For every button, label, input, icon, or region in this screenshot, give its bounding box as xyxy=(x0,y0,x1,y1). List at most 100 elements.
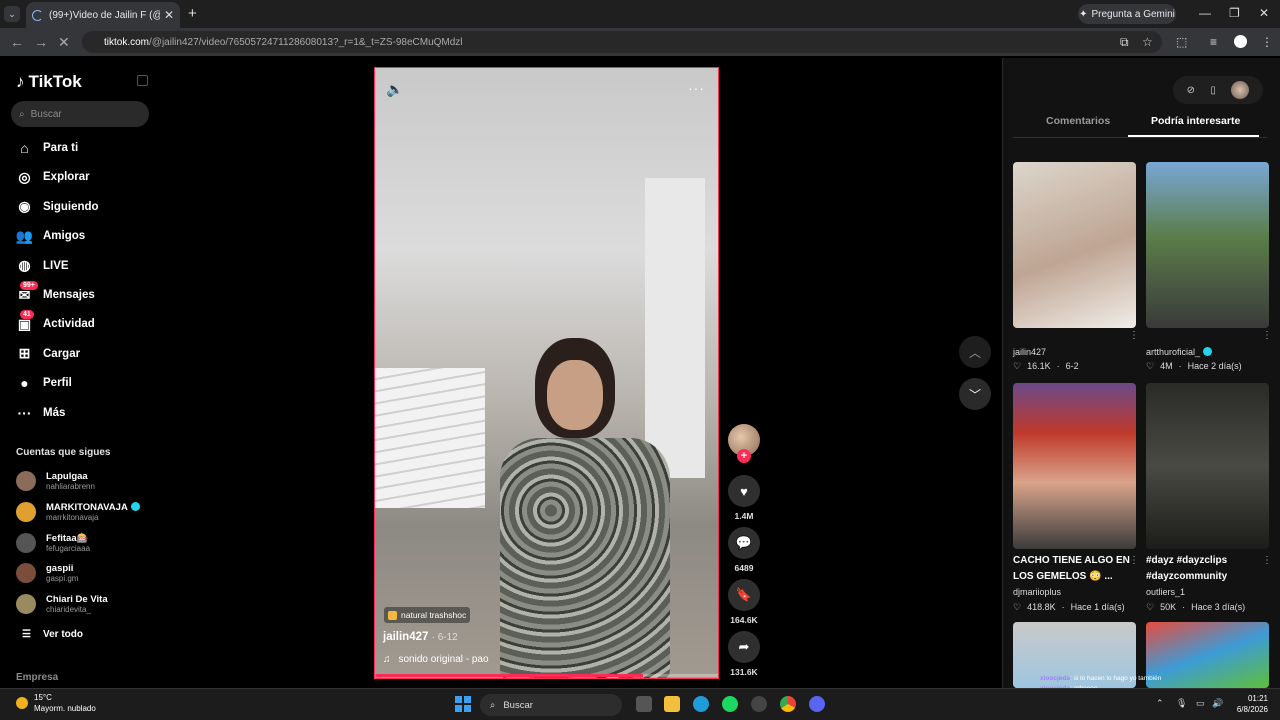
card-title[interactable]: CACHO TIENE ALGO EN LOS GEMELOS 😳 ... xyxy=(1013,553,1131,585)
followed-account[interactable]: gaspii gaspi.gm xyxy=(16,560,166,586)
sidebar-item-siguiendo[interactable]: ◉ Siguiendo xyxy=(16,196,156,218)
weather-widget[interactable]: 15°C Mayorm. nublado xyxy=(16,692,96,714)
stop-icon[interactable]: ✕ xyxy=(58,34,70,51)
chrome-icon[interactable] xyxy=(780,696,796,712)
card-more-icon[interactable]: ⋮ xyxy=(1129,555,1139,566)
start-button-icon[interactable] xyxy=(455,696,471,712)
card-author-name: artthuroficial_ xyxy=(1146,347,1201,357)
card-more-icon[interactable]: ⋮ xyxy=(1262,555,1272,566)
see-all-link[interactable]: ☰ Ver todo xyxy=(22,629,83,640)
tab-suggested[interactable]: Podría interesarte xyxy=(1151,115,1240,127)
next-video-button[interactable]: ﹀ xyxy=(959,378,991,410)
browser-tab[interactable]: (99+)Video de Jailin F (@jailin4 ✕ xyxy=(26,2,180,28)
video-sound[interactable]: ♫ sonido original - pao xyxy=(383,654,489,665)
save-button[interactable]: 🔖 xyxy=(728,579,760,611)
volume-tray-icon[interactable]: 🔊 xyxy=(1212,698,1223,709)
video-player[interactable] xyxy=(374,67,719,679)
search-input[interactable]: ⌕ Buscar xyxy=(11,101,149,127)
comment-button[interactable]: 💬 xyxy=(728,527,760,559)
verified-icon xyxy=(130,501,140,511)
card-date: Hace 3 día(s) xyxy=(1191,602,1246,612)
tiktok-logo[interactable]: ♪ TikTok xyxy=(16,72,82,92)
file-explorer-icon[interactable] xyxy=(664,696,680,712)
tray-expand-icon[interactable]: ⌃ xyxy=(1156,698,1164,709)
card-author[interactable]: djmariioplus xyxy=(1013,587,1061,597)
bookmark-star-icon[interactable]: ☆ xyxy=(1142,35,1153,49)
video-thumbnail[interactable] xyxy=(1013,162,1136,328)
like-button[interactable]: ♥ xyxy=(728,475,760,507)
previous-video-button[interactable]: ︿ xyxy=(959,336,991,368)
user-avatar[interactable] xyxy=(1231,81,1250,99)
sidebar-item-perfil[interactable]: ● Perfil xyxy=(16,372,156,394)
network-icon[interactable]: ▭ xyxy=(1196,698,1205,709)
minimize-icon[interactable]: — xyxy=(1199,6,1211,20)
share-button[interactable]: ➦ xyxy=(728,631,760,663)
sidebar-item-label: Para ti xyxy=(43,142,79,154)
edge-icon[interactable] xyxy=(693,696,709,712)
profile-avatar[interactable] xyxy=(1234,35,1247,48)
sidebar-item-cargar[interactable]: ⊞ Cargar xyxy=(16,343,156,365)
video-thumbnail[interactable] xyxy=(1146,162,1269,328)
menu-icon[interactable]: ⋮ xyxy=(1261,35,1273,49)
video-date: · 6-12 xyxy=(431,632,458,643)
video-author-name: jailin427 xyxy=(383,631,429,643)
account-handle: fefugarciaaa xyxy=(46,543,91,553)
card-stats: ♡ 16.1K · 6-2 xyxy=(1013,361,1079,372)
gemini-button[interactable]: ✦ Pregunta a Gemini xyxy=(1078,4,1176,24)
sidebar-item-amigos[interactable]: 👥 Amigos xyxy=(16,225,156,247)
back-icon[interactable]: ← xyxy=(10,34,24,50)
microphone-icon[interactable]: 🎙 xyxy=(1176,698,1187,709)
followed-account[interactable]: Fefitaa🎰 fefugarciaaa xyxy=(16,530,166,556)
new-tab-button[interactable]: + xyxy=(188,5,197,22)
video-author[interactable]: jailin427 · 6-12 xyxy=(383,631,458,643)
avatar xyxy=(16,594,36,615)
followed-account[interactable]: Chiari De Vita chiaridevita_ xyxy=(16,591,166,617)
more-options-icon[interactable]: ··· xyxy=(688,80,705,96)
device-icon[interactable]: ▯ xyxy=(1210,85,1216,96)
card-title[interactable]: #dayz #dayzclips #dayzcommunity xyxy=(1146,553,1264,585)
url-path: /@jailin427/video/7650572471128608013?_r… xyxy=(149,36,463,48)
live-icon: ◍ xyxy=(18,257,31,274)
volume-icon[interactable]: 🔈 xyxy=(386,81,403,98)
explore-icon[interactable]: ⊘ xyxy=(1187,85,1195,96)
cast-icon[interactable]: ⧉ xyxy=(1120,35,1129,50)
sidebar-item-label: Perfil xyxy=(43,377,72,390)
video-thumbnail[interactable] xyxy=(1146,383,1269,549)
sidebar-item-explorar[interactable]: ◎ Explorar xyxy=(16,166,156,188)
follow-plus-icon[interactable]: + xyxy=(737,449,751,463)
tab-list-icon[interactable]: ⌄ xyxy=(4,6,20,22)
task-view-icon[interactable] xyxy=(636,696,652,712)
tab-comments[interactable]: Comentarios xyxy=(1046,115,1110,127)
video-progress-bar[interactable] xyxy=(376,674,718,677)
notification-badge: 41 xyxy=(20,309,34,319)
taskbar-search[interactable]: ⌕ Buscar xyxy=(480,694,622,716)
discord-icon[interactable] xyxy=(809,696,825,712)
card-author[interactable]: jailin427 xyxy=(1013,347,1046,357)
spotify-icon[interactable] xyxy=(722,696,738,712)
sidebar-item-mensajes[interactable]: ✉ 99+ Mensajes xyxy=(16,280,156,306)
card-author[interactable]: artthuroficial_ xyxy=(1146,347,1213,357)
collapse-sidebar-icon[interactable] xyxy=(137,75,148,86)
close-window-icon[interactable]: ✕ xyxy=(1259,6,1269,20)
url-field[interactable]: tiktok.com/@jailin427/video/765057247112… xyxy=(82,31,1162,53)
video-thumbnail[interactable] xyxy=(1013,383,1136,549)
clock[interactable]: 01:21 6/8/2026 xyxy=(1228,693,1268,715)
followed-account[interactable]: Lapulgaa nahliarabrenn xyxy=(16,468,166,494)
extensions-icon[interactable]: ⬚ xyxy=(1176,35,1187,49)
card-more-icon[interactable]: ⋮ xyxy=(1262,330,1272,341)
followed-account[interactable]: MARKITONAVAJA marrkitonavaja xyxy=(16,499,166,525)
card-more-icon[interactable]: ⋮ xyxy=(1129,330,1139,341)
restore-icon[interactable]: ❐ xyxy=(1229,6,1240,20)
following-heading: Cuentas que sigues xyxy=(16,447,111,458)
steam-icon[interactable] xyxy=(751,696,767,712)
media-controls-icon[interactable]: ≡ xyxy=(1210,35,1217,49)
sidebar-item-actividad[interactable]: ▣ 41 Actividad xyxy=(16,309,156,335)
sidebar-item-para-ti[interactable]: ⌂ Para ti xyxy=(16,137,156,159)
close-tab-icon[interactable]: ✕ xyxy=(164,8,174,22)
footer-link[interactable]: Empresa xyxy=(16,672,58,683)
card-author[interactable]: outliers_1 xyxy=(1146,587,1185,597)
music-tag[interactable]: natural trashshoc xyxy=(384,607,471,623)
sidebar-item-más[interactable]: ··· Más xyxy=(16,402,156,424)
forward-icon[interactable]: → xyxy=(34,34,48,50)
sidebar-item-live[interactable]: ◍ LIVE xyxy=(16,255,156,277)
